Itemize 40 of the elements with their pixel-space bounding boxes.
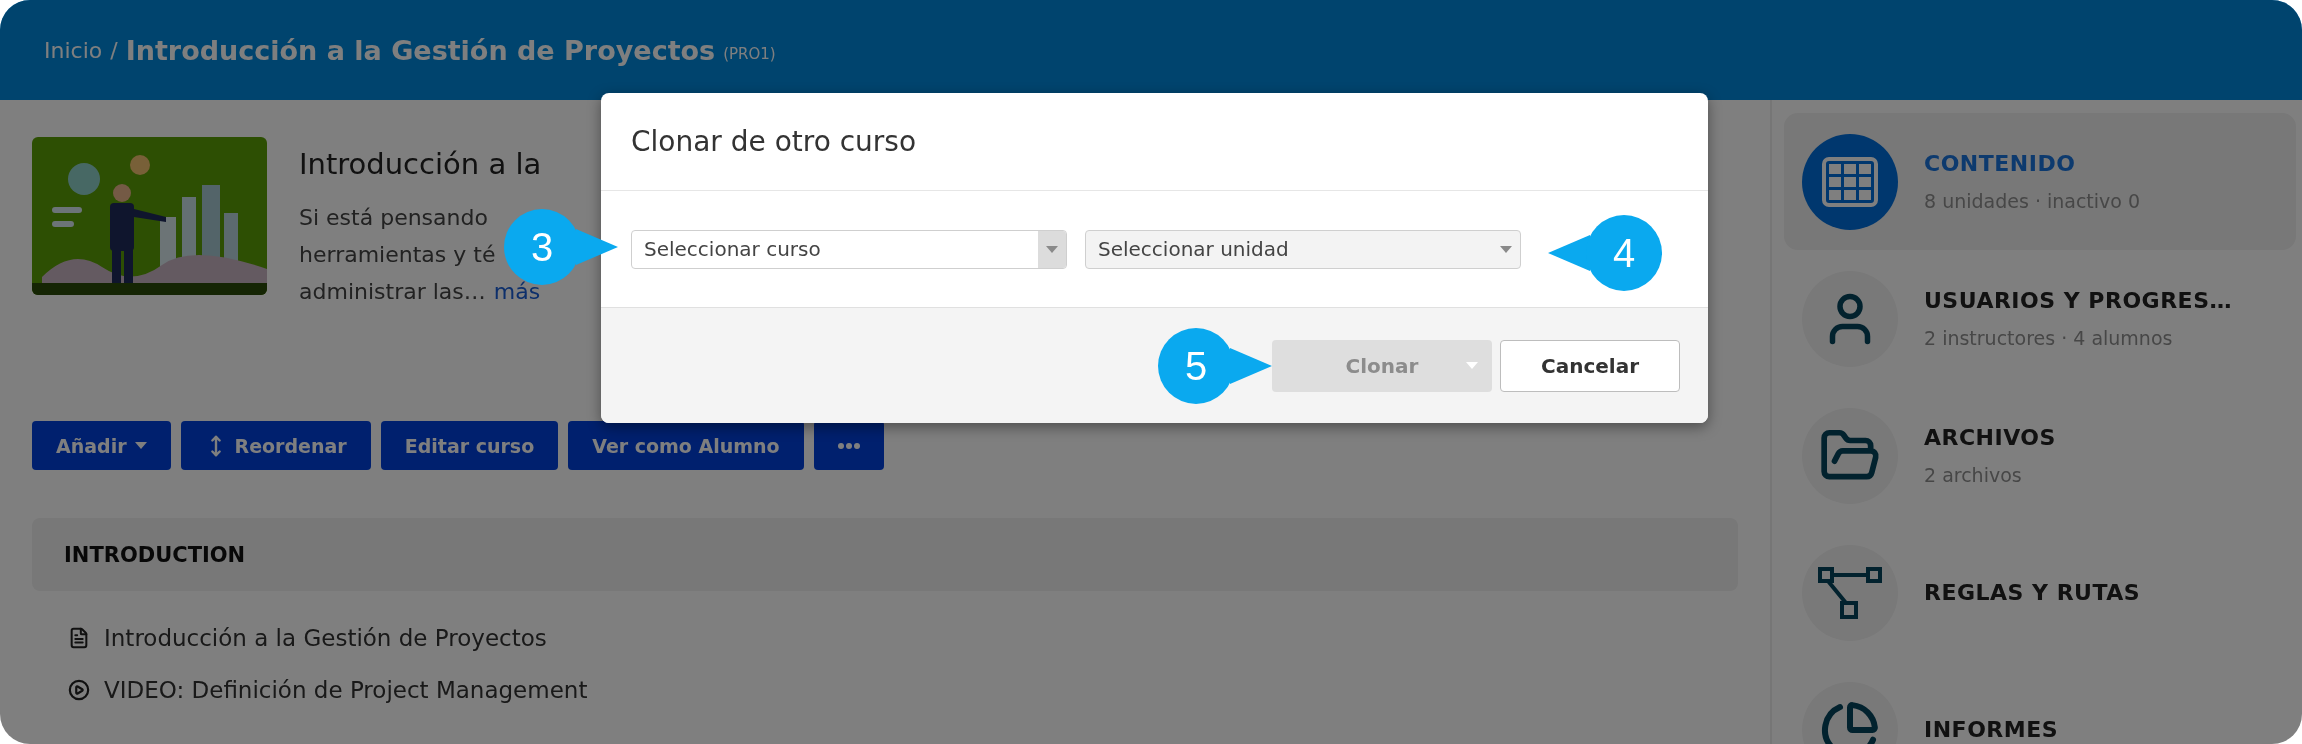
course-title: Introducción a la xyxy=(299,147,542,181)
caret-icon xyxy=(1466,361,1478,369)
select-field[interactable]: Seleccionar curso xyxy=(631,229,1067,269)
add-dropdown-button[interactable]: Añadir xyxy=(32,421,171,470)
sidebar-item[interactable]: USUARIOS Y PROGRES… 2 instructores · 4 alumnos xyxy=(1784,250,2296,387)
caret-icon xyxy=(134,442,147,449)
toolbar-button[interactable]: Editar curso xyxy=(380,421,559,470)
sidebar-item-subtitle: 2 archivos xyxy=(1924,464,2023,486)
toolbar-button[interactable]: Ver como Alumno xyxy=(568,421,804,470)
sidebar-item[interactable]: REGLAS Y RUTAS xyxy=(1784,524,2296,661)
dialog-title: Clonar de otro curso xyxy=(631,125,917,158)
caret-icon xyxy=(1500,245,1512,253)
section-header: INTRODUCTION xyxy=(32,518,1738,591)
play-icon xyxy=(68,679,90,701)
flowchart-icon xyxy=(1818,566,1882,619)
sidebar-item-title: USUARIOS Y PROGRES… xyxy=(1924,288,2232,313)
pie-chart-icon xyxy=(1820,699,1880,744)
sidebar-item[interactable]: INFORMES xyxy=(1784,661,2296,744)
more-button[interactable] xyxy=(813,421,884,470)
sidebar-item-title: REGLAS Y RUTAS xyxy=(1924,580,2141,605)
caret-icon xyxy=(1046,245,1058,253)
sidebar-item[interactable]: ARCHIVOS 2 archivos xyxy=(1784,387,2296,524)
course-name: Introducción a la Gestión de Proyectos xyxy=(125,34,716,66)
sidebar-item-title: ARCHIVOS xyxy=(1924,425,2056,450)
sidebar-item-title: INFORMES xyxy=(1924,717,2059,742)
toolbar-button[interactable]: Reordenar xyxy=(180,421,371,470)
description-line: herramientas y té xyxy=(299,241,497,269)
grid-icon xyxy=(1822,156,1878,207)
sidebar-item-title: CONTENIDO xyxy=(1924,151,2077,176)
breadcrumb-separator: / xyxy=(110,37,118,63)
description-line: Si está pensando xyxy=(299,204,489,232)
sidebar-item-subtitle: 2 instructores · 4 alumnos xyxy=(1924,327,2174,349)
unit-link[interactable]: VIDEO: Definición de Project Management xyxy=(104,677,588,703)
course-code: (PRO1) xyxy=(723,45,776,63)
cancel-button[interactable]: Cancelar xyxy=(1500,339,1680,392)
description-line: administrar las… xyxy=(299,278,486,306)
breadcrumb-home[interactable]: Inicio xyxy=(44,37,103,63)
unit-link[interactable]: Introducción a la Gestión de Proyectos xyxy=(104,625,547,651)
more-icon xyxy=(837,442,860,449)
document-icon xyxy=(68,627,90,649)
